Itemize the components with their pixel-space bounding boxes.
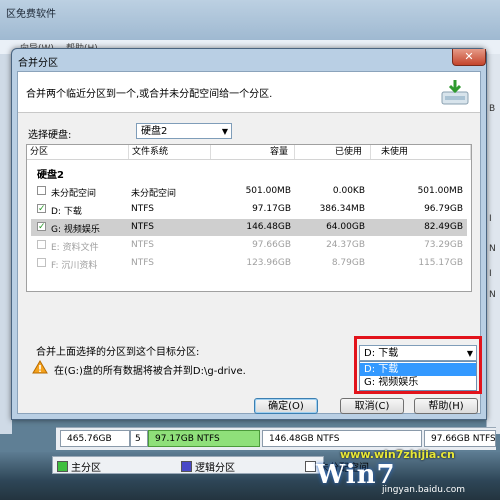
table-row[interactable]: 未分配空间 未分配空间 501.00MB 0.00KB 501.00MB <box>31 183 467 200</box>
column-header-capacity[interactable]: 容量 <box>211 145 295 159</box>
row-used: 8.79GB <box>331 258 365 268</box>
disk-number-cell[interactable]: 5 <box>130 430 148 447</box>
row-used: 64.00GB <box>326 222 365 232</box>
row-capacity: 146.48GB <box>246 222 291 232</box>
select-disk-value: 硬盘2 <box>141 126 168 137</box>
partition-e-cell[interactable]: 97.66GB NTFS <box>424 430 496 447</box>
merge-partition-dialog: 合并分区 ✕ 合并两个临近分区到一个,或合并未分配空间给一个分区. 选择硬盘: … <box>11 48 487 420</box>
column-header-used[interactable]: 已使用 <box>295 145 371 159</box>
table-row-disabled: E: 资料文件 NTFS 97.66GB 24.37GB 73.29GB <box>31 237 467 254</box>
partition-g-cell[interactable]: 146.48GB NTFS <box>262 430 422 447</box>
legend-primary: 主分区 <box>57 459 101 474</box>
partition-table: 分区 文件系统 容量 已使用 未使用 硬盘2 未分配空间 未分配空间 501.0… <box>26 144 472 292</box>
row-filesystem: NTFS <box>131 258 154 268</box>
table-row[interactable]: ✓ D: 下载 NTFS 97.17GB 386.34MB 96.79GB <box>31 201 467 218</box>
close-icon: ✕ <box>464 50 474 63</box>
right-edge-label: N <box>489 244 496 254</box>
background-window-titlebar: 区免费软件 <box>0 0 500 41</box>
close-button[interactable]: ✕ <box>452 49 486 66</box>
partition-d-cell[interactable]: 97.17GB NTFS <box>148 430 260 447</box>
row-capacity: 97.66GB <box>252 240 291 250</box>
right-edge-label: N <box>489 290 496 300</box>
row-name: G: 视频娱乐 <box>51 225 100 235</box>
row-capacity: 501.00MB <box>245 186 291 196</box>
unallocated-swatch-icon <box>305 461 316 472</box>
row-capacity: 97.17GB <box>252 204 291 214</box>
row-checkbox[interactable]: ✓ <box>37 222 46 232</box>
row-name: 未分配空间 <box>51 189 97 199</box>
column-header-filesystem[interactable]: 文件系统 <box>129 145 211 159</box>
row-filesystem: 未分配空间 <box>131 189 177 199</box>
select-disk-label: 选择硬盘: <box>28 130 72 141</box>
ok-button[interactable]: 确定(O) <box>254 398 318 414</box>
warning-text: 在(G:)盘的所有数据将被合并到D:\g-drive. <box>54 366 246 377</box>
row-free: 73.29GB <box>424 240 463 250</box>
dialog-description: 合并两个临近分区到一个,或合并未分配空间给一个分区. <box>26 89 273 100</box>
chevron-down-icon: ▼ <box>221 127 228 136</box>
watermark-url-bottom: jingyan.baidu.com <box>382 485 466 495</box>
legend-bar: 主分区 逻辑分区 未分配空间 <box>52 456 369 474</box>
legend-logical: 逻辑分区 <box>181 459 235 474</box>
warning-icon <box>32 360 48 374</box>
row-free: 501.00MB <box>417 186 463 196</box>
row-capacity: 123.96GB <box>246 258 291 268</box>
disk-size-cell[interactable]: 465.76GB <box>60 430 130 447</box>
column-header-partition[interactable]: 分区 <box>27 145 129 159</box>
disk-map: 465.76GB 5 97.17GB NTFS 146.48GB NTFS 97… <box>56 427 496 450</box>
disk-group-title: 硬盘2 <box>37 170 64 181</box>
right-edge-label: B <box>489 104 496 114</box>
merge-icon <box>441 80 469 105</box>
row-filesystem: NTFS <box>131 240 154 250</box>
row-used: 386.34MB <box>319 204 365 214</box>
row-free: 115.17GB <box>418 258 463 268</box>
background-right-panel: B I N I N <box>486 54 500 434</box>
help-button[interactable]: 帮助(H) <box>414 398 478 414</box>
row-name: E: 资料文件 <box>51 243 99 253</box>
right-edge-label: I <box>489 214 492 224</box>
target-partition-label: 合并上面选择的分区到这个目标分区: <box>36 347 200 358</box>
logical-swatch-icon <box>181 461 192 472</box>
select-disk-dropdown[interactable]: 硬盘2 ▼ <box>136 123 232 139</box>
row-free: 82.49GB <box>424 222 463 232</box>
row-used: 24.37GB <box>326 240 365 250</box>
background-window-title: 区免费软件 <box>6 9 56 20</box>
right-edge-label: I <box>489 269 492 279</box>
column-header-free[interactable]: 未使用 <box>371 145 471 159</box>
row-used: 0.00KB <box>332 186 365 196</box>
dialog-title: 合并分区 <box>18 58 58 69</box>
row-checkbox <box>37 240 46 249</box>
row-name: F: 沉川资料 <box>51 261 98 271</box>
row-checkbox <box>37 258 46 267</box>
table-row-disabled: F: 沉川资料 NTFS 123.96GB 8.79GB 115.17GB <box>31 255 467 272</box>
row-filesystem: NTFS <box>131 204 154 214</box>
header-divider <box>27 159 471 160</box>
annotation-highlight-box <box>354 336 482 394</box>
row-free: 96.79GB <box>424 204 463 214</box>
primary-swatch-icon <box>57 461 68 472</box>
cancel-button[interactable]: 取消(C) <box>340 398 404 414</box>
row-checkbox[interactable]: ✓ <box>37 204 46 214</box>
row-name: D: 下载 <box>51 207 82 217</box>
row-checkbox[interactable] <box>37 186 46 195</box>
dialog-client-area: 合并两个临近分区到一个,或合并未分配空间给一个分区. 选择硬盘: 硬盘2 ▼ 分… <box>17 71 482 414</box>
dialog-header: 合并两个临近分区到一个,或合并未分配空间给一个分区. <box>18 72 480 113</box>
row-filesystem: NTFS <box>131 222 154 232</box>
table-row-selected[interactable]: ✓ G: 视频娱乐 NTFS 146.48GB 64.00GB 82.49GB <box>31 219 467 236</box>
